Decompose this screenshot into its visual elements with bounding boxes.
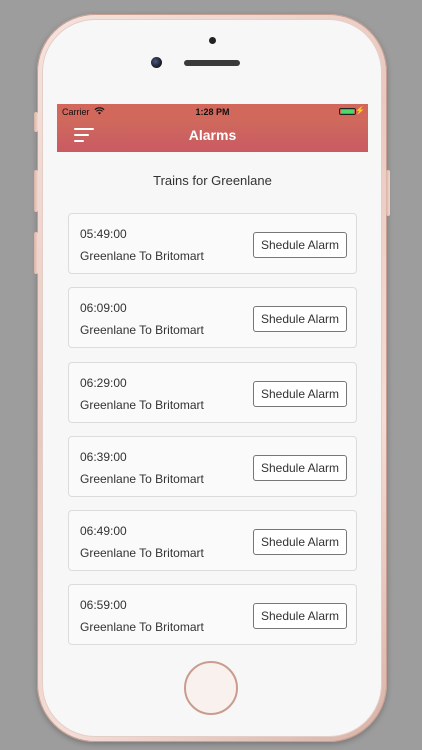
train-route: Greenlane To Britomart (80, 323, 204, 338)
navigation-bar: Alarms (57, 119, 368, 152)
schedule-alarm-button[interactable]: Shedule Alarm (253, 380, 347, 407)
volume-down-button (34, 232, 38, 274)
page-heading: Trains for Greenlane (153, 173, 272, 188)
train-time: 06:09:00 (80, 301, 127, 316)
front-camera-icon (151, 57, 162, 68)
train-time: 06:49:00 (80, 524, 127, 539)
charging-icon: ⚡ (355, 106, 365, 115)
home-button[interactable] (184, 661, 238, 715)
earpiece-speaker (184, 60, 240, 66)
app-screen: Carrier 1:28 PM ⚡ Alarms Trains for Gree… (57, 104, 368, 650)
background: Carrier 1:28 PM ⚡ Alarms Trains for Gree… (0, 0, 422, 750)
train-route: Greenlane To Britomart (80, 546, 204, 561)
schedule-alarm-button[interactable]: Shedule Alarm (253, 306, 347, 333)
mute-switch (34, 112, 38, 132)
battery-level (341, 110, 354, 113)
schedule-alarm-button[interactable]: Shedule Alarm (253, 603, 347, 630)
schedule-alarm-button[interactable]: Shedule Alarm (253, 232, 347, 258)
train-route: Greenlane To Britomart (80, 471, 204, 486)
train-route: Greenlane To Britomart (80, 249, 204, 263)
train-route: Greenlane To Britomart (80, 620, 204, 635)
schedule-alarm-button[interactable]: Shedule Alarm (253, 529, 347, 556)
nav-title: Alarms (188, 127, 237, 143)
train-time: 06:59:00 (80, 598, 127, 613)
train-time: 06:29:00 (80, 375, 127, 390)
volume-up-button (34, 170, 38, 212)
battery-icon (339, 108, 356, 115)
train-card: 06:29:00 Greenlane To Britomart Shedule … (68, 361, 357, 423)
train-list: 05:49:00 Greenlane To Britomart Shedule … (68, 213, 357, 650)
train-card: 06:39:00 Greenlane To Britomart Shedule … (68, 435, 357, 497)
train-card: 05:49:00 Greenlane To Britomart Shedule … (68, 213, 357, 274)
train-route: Greenlane To Britomart (80, 397, 204, 412)
status-bar: Carrier 1:28 PM ⚡ (57, 104, 368, 119)
train-time: 06:39:00 (80, 449, 127, 464)
schedule-alarm-button[interactable]: Shedule Alarm (253, 454, 347, 481)
proximity-sensor (209, 37, 216, 44)
train-card: 06:49:00 Greenlane To Britomart Shedule … (68, 510, 357, 572)
train-card: 06:59:00 Greenlane To Britomart Shedule … (68, 584, 357, 646)
status-time: 1:28 PM (195, 107, 230, 117)
train-card: 06:09:00 Greenlane To Britomart Shedule … (68, 287, 357, 349)
train-time: 05:49:00 (80, 227, 127, 241)
power-button (386, 170, 390, 216)
